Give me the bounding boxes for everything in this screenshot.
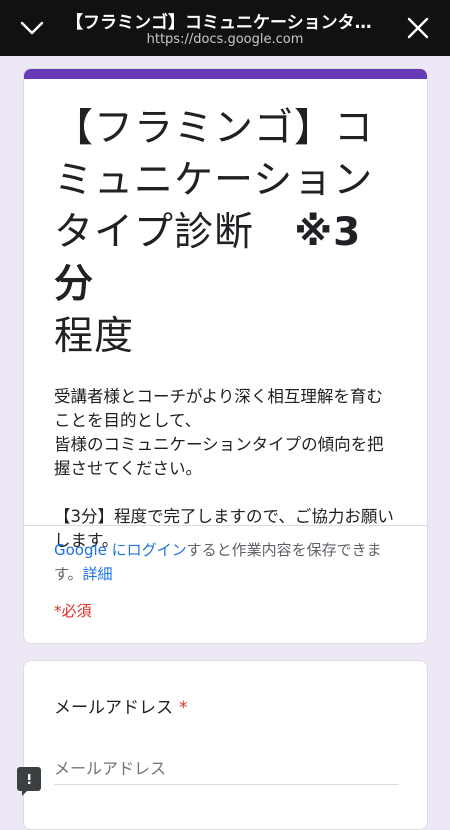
required-star: * (179, 698, 188, 718)
form-title: 【フラミンゴ】コミュニケーションタイプ診断 ※3分 程度 (24, 79, 427, 363)
login-note: Google にログインすると作業内容を保存できます。詳細 (54, 538, 397, 586)
question-card: メールアドレス * (23, 660, 428, 830)
divider (24, 525, 427, 526)
browser-top-bar: 【フラミンゴ】コミュニケーションタイ… https://docs.google.… (0, 0, 450, 56)
form-title-end: 程度 (54, 314, 135, 359)
close-icon[interactable] (404, 14, 432, 42)
form-header-card: 【フラミンゴ】コミュニケーションタイプ診断 ※3分 程度 受講者様とコーチがより深… (23, 68, 428, 644)
chevron-down-icon[interactable] (18, 14, 46, 42)
question-label-text: メールアドレス (54, 698, 173, 718)
email-field[interactable] (54, 753, 399, 785)
question-label: メールアドレス * (54, 693, 188, 718)
details-link[interactable]: 詳細 (83, 565, 113, 583)
page-url: https://docs.google.com (146, 32, 304, 47)
page-title: 【フラミンゴ】コミュニケーションタイ… (66, 13, 384, 33)
login-link[interactable]: Google にログイン (54, 541, 187, 559)
required-note: *必須 (54, 602, 92, 620)
feedback-icon[interactable] (17, 767, 41, 796)
form-accent-bar (24, 69, 427, 79)
